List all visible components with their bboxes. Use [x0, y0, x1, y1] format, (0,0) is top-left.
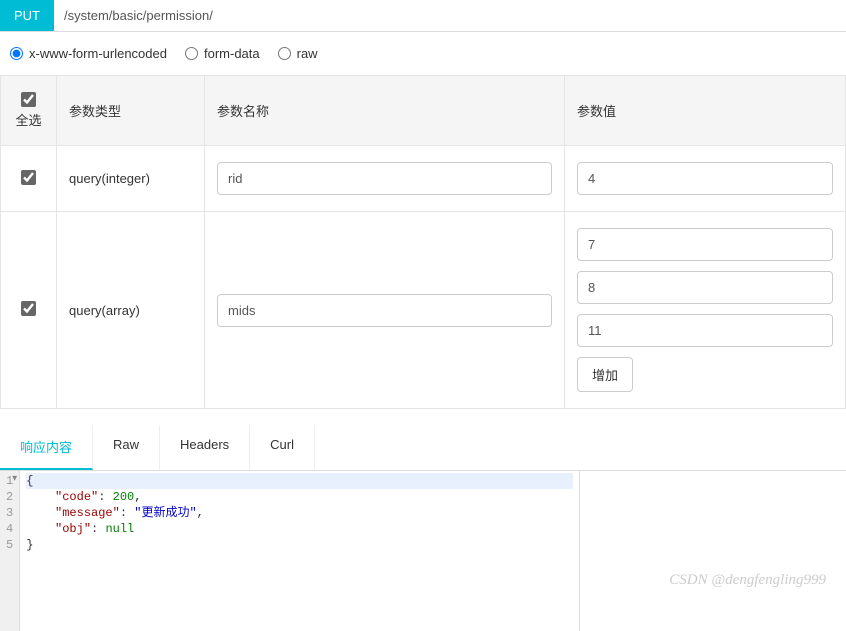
param-value-input[interactable]: [577, 162, 833, 195]
col-param-name: 参数名称: [205, 76, 565, 146]
table-row: query(array) 增加: [1, 212, 846, 409]
col-param-value: 参数值: [565, 76, 846, 146]
url-input[interactable]: [54, 0, 846, 31]
param-value-input[interactable]: [577, 314, 833, 347]
select-all-checkbox[interactable]: [21, 92, 36, 107]
col-param-type: 参数类型: [57, 76, 205, 146]
params-table: 全选 参数类型 参数名称 参数值 query(integer) query(ar…: [0, 75, 846, 409]
body-type-formdata[interactable]: form-data: [185, 46, 260, 61]
tab-headers[interactable]: Headers: [160, 425, 250, 470]
col-select-all: 全选: [1, 76, 57, 146]
response-code[interactable]: { "code": 200, "message": "更新成功", "obj":…: [20, 471, 579, 631]
tab-curl[interactable]: Curl: [250, 425, 315, 470]
param-name-input[interactable]: [217, 162, 552, 195]
body-type-urlencoded[interactable]: x-www-form-urlencoded: [10, 46, 167, 61]
param-type-cell: query(integer): [57, 146, 205, 212]
param-value-input[interactable]: [577, 228, 833, 261]
tab-raw[interactable]: Raw: [93, 425, 160, 470]
add-value-button[interactable]: 增加: [577, 357, 633, 392]
body-type-selector: x-www-form-urlencoded form-data raw: [0, 32, 846, 75]
tab-response-content[interactable]: 响应内容: [0, 425, 93, 470]
line-gutter: 12345: [0, 471, 20, 631]
param-value-input[interactable]: [577, 271, 833, 304]
http-method-badge[interactable]: PUT: [0, 0, 54, 31]
watermark: CSDN @dengfengling999: [669, 572, 826, 589]
param-name-input[interactable]: [217, 294, 552, 327]
table-row: query(integer): [1, 146, 846, 212]
body-type-raw[interactable]: raw: [278, 46, 318, 61]
response-tabs: 响应内容 Raw Headers Curl: [0, 425, 846, 471]
param-type-cell: query(array): [57, 212, 205, 409]
row-checkbox[interactable]: [21, 301, 36, 316]
row-checkbox[interactable]: [21, 170, 36, 185]
response-body-viewer: 12345 { "code": 200, "message": "更新成功", …: [0, 471, 580, 631]
